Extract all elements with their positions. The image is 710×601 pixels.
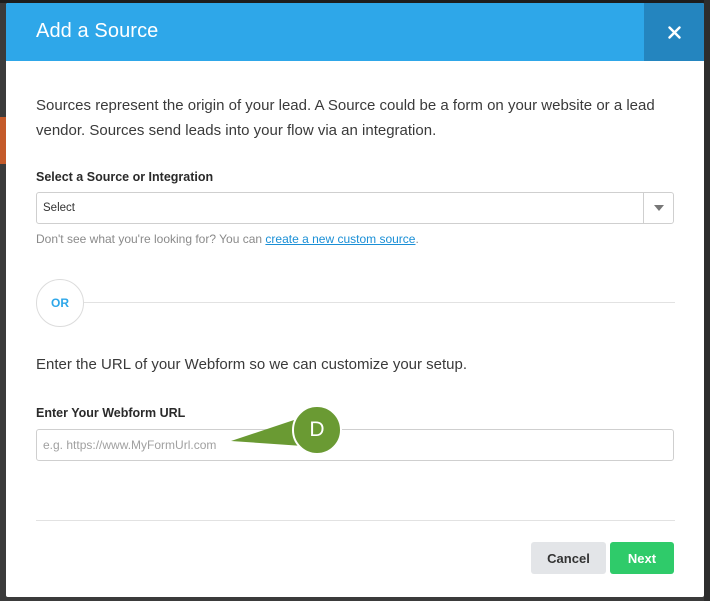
source-select-value: Select (43, 202, 75, 214)
add-source-modal: Add a Source Sources represent the origi… (6, 3, 704, 597)
source-select[interactable]: Select (36, 192, 674, 224)
modal-title: Add a Source (36, 20, 159, 42)
next-button[interactable]: Next (610, 542, 674, 574)
footer-divider (36, 520, 675, 521)
annotation-label: D (309, 418, 325, 441)
or-divider-badge: OR (36, 279, 84, 327)
or-divider-line (82, 302, 675, 303)
helper-suffix: . (415, 232, 419, 246)
intro-text: Sources represent the origin of your lea… (36, 97, 655, 139)
close-icon (667, 25, 681, 39)
modal-header: Add a Source (6, 3, 704, 61)
webform-url-label: Enter Your Webform URL (36, 406, 186, 420)
backdrop-right-strip (704, 0, 710, 601)
source-select-label: Select a Source or Integration (36, 170, 214, 184)
caret-down-icon (653, 205, 664, 211)
webform-url-input[interactable] (36, 429, 674, 461)
helper-text: Don't see what you're looking for? You c… (36, 232, 419, 246)
close-button[interactable] (644, 3, 704, 61)
helper-prefix: Don't see what you're looking for? You c… (36, 232, 266, 246)
create-custom-source-link[interactable]: create a new custom source (265, 232, 415, 246)
select-caret[interactable] (643, 193, 673, 223)
cancel-button[interactable]: Cancel (531, 542, 606, 574)
webform-prompt: Enter the URL of your Webform so we can … (36, 356, 468, 373)
